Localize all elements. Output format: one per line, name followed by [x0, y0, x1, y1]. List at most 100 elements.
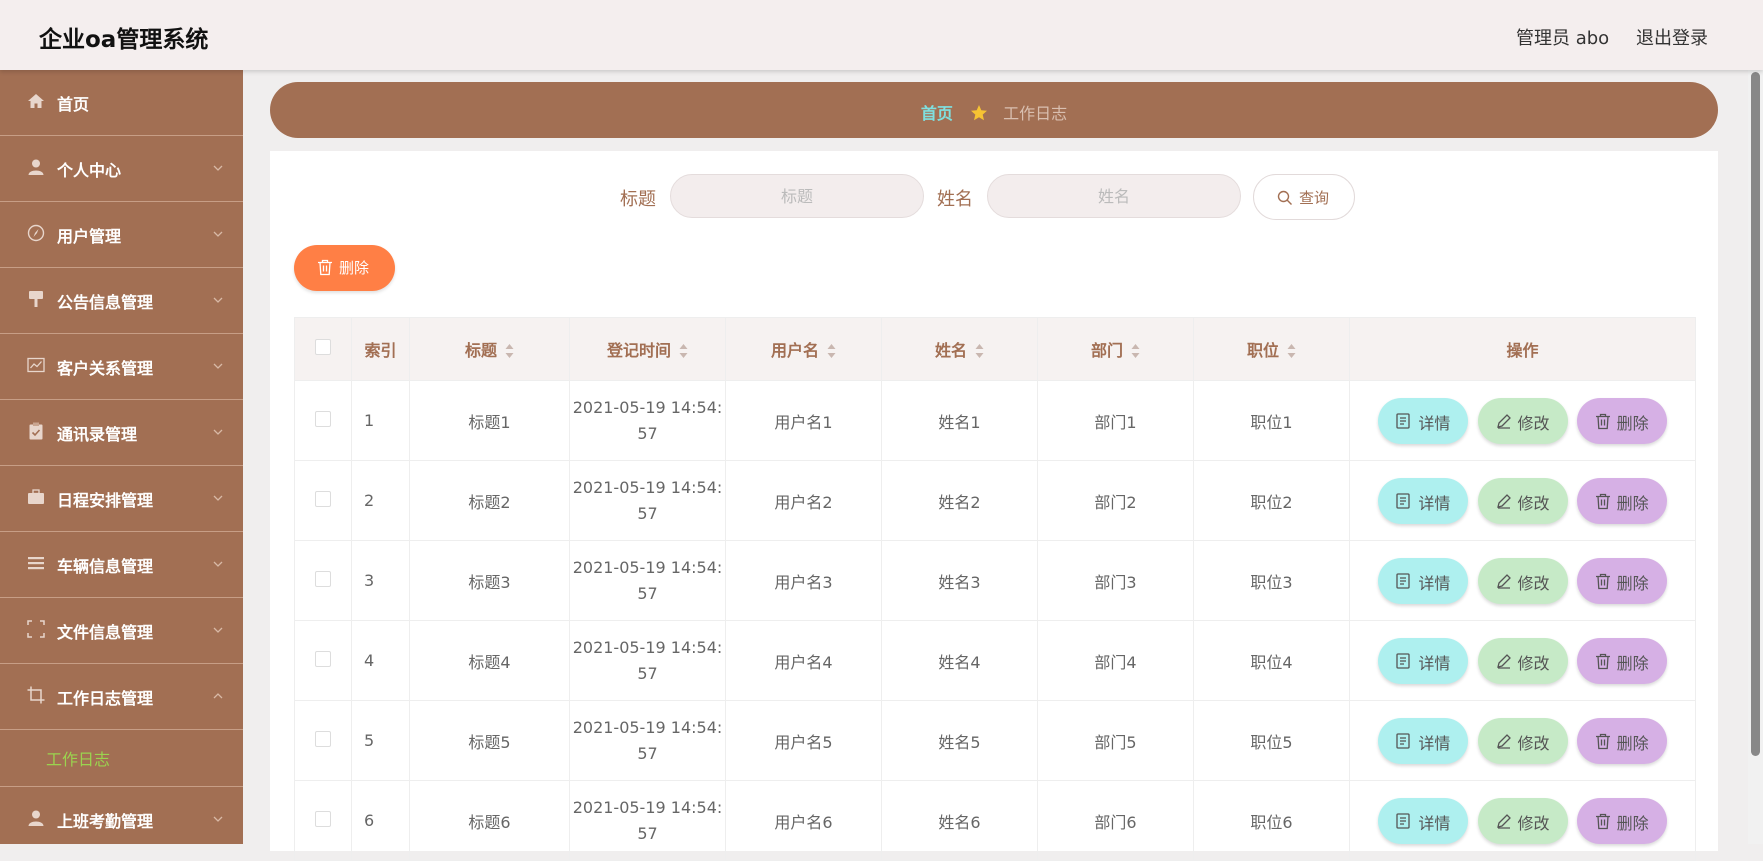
cell-time-seconds: 57 [637, 823, 658, 843]
row-checkbox[interactable] [315, 650, 331, 667]
row-checkbox[interactable] [315, 730, 331, 747]
detail-button-label: 详情 [1418, 653, 1451, 673]
header-name[interactable]: 姓名 [881, 317, 1038, 381]
query-button-label: 查询 [1299, 189, 1330, 207]
detail-button[interactable]: 详情 [1378, 557, 1469, 604]
edit-button-label: 修改 [1517, 493, 1550, 513]
detail-button[interactable]: 详情 [1378, 797, 1469, 844]
query-button[interactable]: 查询 [1253, 174, 1355, 220]
header-time[interactable]: 登记时间 [569, 317, 726, 381]
cell-time-seconds: 57 [637, 503, 658, 523]
edit-button[interactable]: 修改 [1477, 397, 1568, 444]
cell-time-seconds: 57 [637, 663, 658, 683]
delete-button[interactable]: 删除 [1576, 477, 1667, 524]
cell-actions: 详情 修改 删除 [1349, 380, 1696, 461]
cell-time-date: 2021-05-19 14:54: [572, 557, 723, 577]
edit-button[interactable]: 修改 [1477, 477, 1568, 524]
edit-button[interactable]: 修改 [1477, 637, 1568, 684]
chevron-down-icon [213, 429, 223, 435]
sidebar-item-file[interactable]: 文件信息管理 [0, 598, 243, 664]
detail-button[interactable]: 详情 [1378, 637, 1469, 684]
detail-button-label: 详情 [1418, 733, 1451, 753]
sidebar-item-label: 公告信息管理 [57, 293, 154, 312]
scrollbar-thumb[interactable] [1751, 72, 1760, 756]
row-checkbox[interactable] [315, 410, 331, 427]
chevron-down-icon [213, 165, 223, 171]
detail-button[interactable]: 详情 [1378, 477, 1469, 524]
sidebar-item-notice-management[interactable]: 公告信息管理 [0, 268, 243, 334]
delete-button[interactable]: 删除 [1576, 717, 1667, 764]
name-filter-input[interactable] [987, 174, 1241, 218]
top-header: 企业oa管理系统 管理员 abo 退出登录 [0, 0, 1763, 70]
detail-button-label: 详情 [1418, 413, 1451, 433]
title-filter-input[interactable] [670, 174, 924, 218]
delete-button[interactable]: 删除 [1576, 397, 1667, 444]
title-filter-label: 标题 [620, 189, 656, 210]
cell-time: 2021-05-19 14:54: 57 [569, 380, 726, 461]
user-icon [28, 159, 44, 175]
cell-name: 姓名3 [881, 540, 1038, 621]
detail-button[interactable]: 详情 [1378, 717, 1469, 764]
delete-button[interactable]: 删除 [1576, 637, 1667, 684]
pencil-icon [1496, 493, 1511, 509]
trash-icon [1595, 573, 1610, 589]
row-checkbox[interactable] [315, 810, 331, 827]
sort-icon [1131, 344, 1140, 358]
row-select-cell [294, 540, 352, 621]
sidebar-item-contacts[interactable]: 通讯录管理 [0, 400, 243, 466]
chart-icon [27, 357, 45, 373]
frame-icon [27, 620, 45, 638]
sidebar-item-worklog-management[interactable]: 工作日志管理 [0, 664, 243, 730]
delete-button[interactable]: 删除 [1576, 797, 1667, 844]
cell-actions: 详情 修改 删除 [1349, 460, 1696, 541]
document-icon [1396, 812, 1411, 829]
batch-delete-button[interactable]: 删除 [294, 245, 395, 291]
document-icon [1396, 412, 1411, 429]
row-select-cell [294, 620, 352, 701]
cell-time-date: 2021-05-19 14:54: [572, 637, 723, 657]
cell-time: 2021-05-19 14:54: 57 [569, 700, 726, 781]
row-select-cell [294, 700, 352, 781]
name-filter-label: 姓名 [937, 189, 973, 210]
row-checkbox[interactable] [315, 570, 331, 587]
search-icon [1277, 190, 1292, 205]
table-body: 1 标题1 2021-05-19 14:54: 57 用户名1 姓名1 部门1 职… [294, 380, 1696, 861]
sidebar-subitem-worklog[interactable]: 工作日志 [0, 730, 243, 787]
cell-name: 姓名2 [881, 460, 1038, 541]
edit-button[interactable]: 修改 [1477, 797, 1568, 844]
sidebar-item-schedule[interactable]: 日程安排管理 [0, 466, 243, 532]
briefcase-icon [28, 489, 44, 504]
cell-index: 4 [351, 620, 410, 701]
cell-time-date: 2021-05-19 14:54: [572, 397, 723, 417]
sidebar-item-personal-center[interactable]: 个人中心 [0, 136, 243, 202]
sidebar-item-vehicle[interactable]: 车辆信息管理 [0, 532, 243, 598]
breadcrumb-home-link[interactable]: 首页 [921, 104, 953, 123]
cell-position: 职位1 [1193, 380, 1350, 461]
edit-button[interactable]: 修改 [1477, 717, 1568, 764]
cell-actions: 详情 修改 删除 [1349, 540, 1696, 621]
delete-button-label: 删除 [1616, 573, 1649, 593]
detail-button-label: 详情 [1418, 573, 1451, 593]
row-checkbox[interactable] [315, 490, 331, 507]
header-position[interactable]: 职位 [1193, 317, 1350, 381]
edit-button[interactable]: 修改 [1477, 557, 1568, 604]
cell-index: 5 [351, 700, 410, 781]
header-username[interactable]: 用户名 [725, 317, 882, 381]
header-dept[interactable]: 部门 [1037, 317, 1194, 381]
cell-name: 姓名1 [881, 380, 1038, 461]
select-all-checkbox[interactable] [315, 339, 331, 355]
logout-link[interactable]: 退出登录 [1636, 24, 1708, 50]
header-title[interactable]: 标题 [409, 317, 570, 381]
cell-dept: 部门3 [1037, 540, 1194, 621]
detail-button[interactable]: 详情 [1378, 397, 1469, 444]
sidebar-item-user-management[interactable]: 用户管理 [0, 202, 243, 268]
sidebar-item-attendance[interactable]: 上班考勤管理 [0, 787, 243, 844]
delete-button[interactable]: 删除 [1576, 557, 1667, 604]
vertical-scrollbar[interactable] [1748, 70, 1763, 844]
cell-position: 职位5 [1193, 700, 1350, 781]
header-title-label: 标题 [464, 341, 497, 360]
sidebar-item-home[interactable]: 首页 [0, 70, 243, 136]
sidebar-item-crm[interactable]: 客户关系管理 [0, 334, 243, 400]
edit-button-label: 修改 [1517, 653, 1550, 673]
batch-delete-label: 删除 [339, 259, 370, 277]
